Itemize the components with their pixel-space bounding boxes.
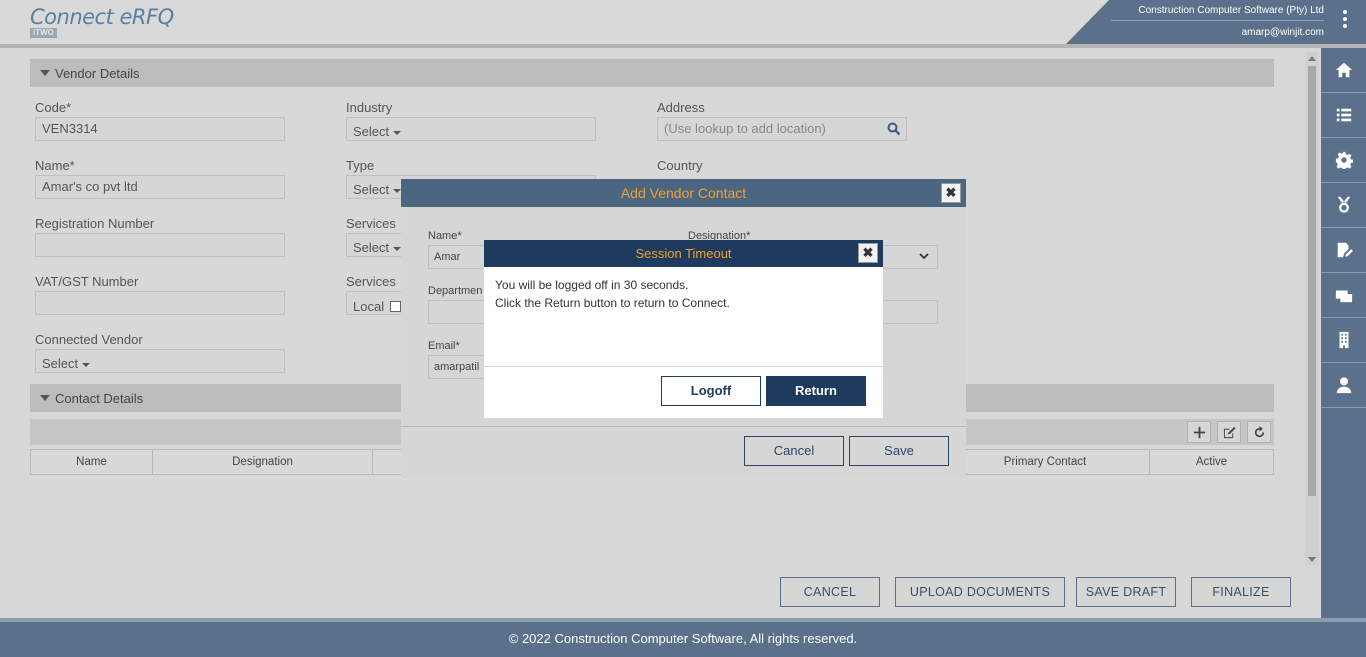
address-field[interactable]: (Use lookup to add location) bbox=[657, 117, 907, 141]
chevron-down-icon bbox=[919, 253, 929, 260]
app-logo-sub: iTWO bbox=[30, 28, 57, 38]
name-field[interactable]: Amar's co pvt ltd bbox=[35, 175, 285, 199]
scroll-thumb[interactable] bbox=[1308, 66, 1316, 496]
company-divider bbox=[1111, 20, 1324, 21]
vendor-details-header[interactable]: Vendor Details bbox=[30, 59, 1274, 87]
upload-documents-button[interactable]: UPLOAD DOCUMENTS bbox=[895, 577, 1065, 607]
footer-copyright: © 2022 Construction Computer Software, A… bbox=[0, 618, 1366, 657]
app-header: Connect eRFQ iTWO Construction Computer … bbox=[0, 0, 1366, 44]
dialog-cancel-button[interactable]: Cancel bbox=[744, 436, 844, 466]
vat-label: VAT/GST Number bbox=[35, 274, 139, 289]
plus-icon bbox=[1193, 426, 1205, 438]
registration-label: Registration Number bbox=[35, 216, 155, 231]
connected-vendor-label: Connected Vendor bbox=[35, 332, 143, 347]
logoff-button[interactable]: Logoff bbox=[661, 376, 761, 406]
department-label: Departmen bbox=[428, 285, 483, 297]
session-dialog-divider bbox=[484, 366, 883, 367]
cancel-button[interactable]: CANCEL bbox=[780, 577, 880, 607]
refresh-icon bbox=[1254, 425, 1264, 437]
code-label: Code* bbox=[35, 100, 72, 115]
industry-select[interactable]: Select bbox=[346, 117, 596, 141]
right-sidebar bbox=[1321, 48, 1366, 618]
contact-details-title: Contact Details bbox=[55, 391, 144, 406]
col-active[interactable]: Active bbox=[1149, 449, 1274, 475]
gear-icon bbox=[1335, 151, 1353, 169]
close-icon[interactable]: ✖ bbox=[941, 183, 961, 203]
address-label: Address bbox=[657, 100, 705, 115]
kebab-menu-icon[interactable] bbox=[1340, 10, 1350, 32]
header-divider bbox=[0, 44, 1366, 48]
code-field[interactable]: VEN3314 bbox=[35, 117, 285, 141]
list-icon bbox=[1336, 108, 1351, 122]
name-label: Name* bbox=[35, 158, 75, 173]
local-label: Local bbox=[353, 299, 385, 314]
type-label: Type bbox=[346, 158, 375, 173]
vendor-details-title: Vendor Details bbox=[55, 66, 140, 81]
sidebar-company[interactable] bbox=[1321, 318, 1366, 363]
sidebar-home[interactable] bbox=[1321, 48, 1366, 93]
scroll-up-icon[interactable] bbox=[1308, 56, 1316, 61]
medal-icon bbox=[1337, 196, 1350, 213]
company-name: Construction Computer Software (Pty) Ltd bbox=[1138, 5, 1324, 16]
page-scrollbar[interactable] bbox=[1305, 52, 1319, 566]
add-contact-button[interactable] bbox=[1187, 421, 1211, 443]
session-message: You will be logged off in 30 seconds. Cl… bbox=[484, 267, 883, 321]
col-designation[interactable]: Designation bbox=[153, 449, 373, 475]
return-button[interactable]: Return bbox=[766, 376, 866, 406]
search-icon[interactable] bbox=[887, 122, 901, 136]
session-dialog-title: Session Timeout bbox=[484, 240, 883, 267]
collapse-caret-icon bbox=[40, 70, 50, 76]
vat-field[interactable] bbox=[35, 291, 285, 315]
save-draft-button[interactable]: SAVE DRAFT bbox=[1076, 577, 1176, 607]
edit-icon bbox=[1223, 426, 1236, 438]
edit-contact-button[interactable] bbox=[1217, 421, 1241, 443]
user-email: amarp@winjit.com bbox=[1241, 27, 1324, 38]
close-icon[interactable]: ✖ bbox=[858, 243, 878, 263]
app-logo[interactable]: Connect eRFQ bbox=[30, 5, 174, 29]
scroll-down-icon[interactable] bbox=[1308, 557, 1316, 562]
services-local-label: Services bbox=[346, 274, 396, 289]
vendor-card-icon bbox=[1335, 290, 1352, 303]
sidebar-settings[interactable] bbox=[1321, 138, 1366, 183]
finalize-button[interactable]: FINALIZE bbox=[1191, 577, 1291, 607]
sidebar-list[interactable] bbox=[1321, 93, 1366, 138]
registration-field[interactable] bbox=[35, 233, 285, 257]
sidebar-documents[interactable] bbox=[1321, 228, 1366, 273]
session-message-line1: You will be logged off in 30 seconds. bbox=[495, 278, 689, 292]
session-timeout-dialog: Session Timeout ✖ You will be logged off… bbox=[484, 240, 883, 418]
dialog-save-button[interactable]: Save bbox=[849, 436, 949, 466]
country-label: Country bbox=[657, 158, 703, 173]
session-message-line2: Click the Return button to return to Con… bbox=[495, 296, 730, 310]
dialog-title: Add Vendor Contact bbox=[401, 179, 966, 207]
home-icon bbox=[1335, 62, 1352, 78]
edit-document-icon bbox=[1337, 242, 1353, 258]
industry-label: Industry bbox=[346, 100, 393, 115]
user-icon bbox=[1336, 377, 1351, 394]
email-label: Email* bbox=[428, 340, 460, 352]
sidebar-awards[interactable] bbox=[1321, 183, 1366, 228]
connected-vendor-select[interactable]: Select bbox=[35, 349, 285, 373]
col-primary-contact[interactable]: Primary Contact bbox=[940, 449, 1150, 475]
building-icon bbox=[1339, 331, 1348, 349]
local-checkbox[interactable] bbox=[389, 301, 401, 312]
col-name[interactable]: Name bbox=[30, 449, 153, 475]
sidebar-vendors[interactable] bbox=[1321, 273, 1366, 318]
services-label: Services bbox=[346, 216, 396, 231]
collapse-caret-icon bbox=[40, 395, 50, 401]
refresh-button[interactable] bbox=[1247, 421, 1271, 443]
dialog-divider bbox=[401, 426, 966, 427]
contact-name-label: Name* bbox=[428, 230, 462, 242]
sidebar-profile[interactable] bbox=[1321, 363, 1366, 408]
